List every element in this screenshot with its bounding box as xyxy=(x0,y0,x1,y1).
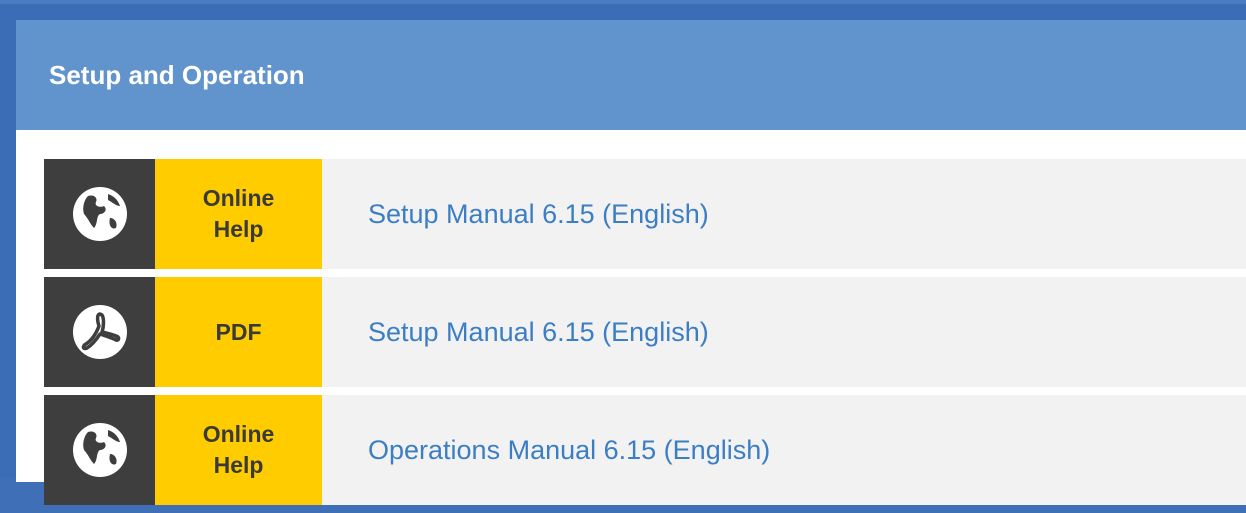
pdf-icon xyxy=(72,305,127,359)
document-link[interactable]: Operations Manual 6.15 (English) xyxy=(322,395,770,505)
document-link[interactable]: Setup Manual 6.15 (English) xyxy=(322,159,709,269)
panel-header: Setup and Operation xyxy=(16,20,1246,130)
panel-title: Setup and Operation xyxy=(49,59,305,90)
document-link[interactable]: Setup Manual 6.15 (English) xyxy=(322,277,709,387)
type-badge: PDF xyxy=(155,277,322,387)
document-row-setup-pdf[interactable]: PDF Setup Manual 6.15 (English) xyxy=(44,277,1246,387)
document-list: Online Help Setup Manual 6.15 (English) … xyxy=(44,159,1246,513)
icon-cell xyxy=(44,277,155,387)
document-row-setup-online-help[interactable]: Online Help Setup Manual 6.15 (English) xyxy=(44,159,1246,269)
type-badge: Online Help xyxy=(155,395,322,505)
page-background: Setup and Operation Online Help Setup Ma… xyxy=(0,0,1246,505)
icon-cell xyxy=(44,395,155,505)
document-row-operations-online-help[interactable]: Online Help Operations Manual 6.15 (Engl… xyxy=(44,395,1246,505)
globe-icon xyxy=(72,187,127,241)
globe-icon xyxy=(72,423,127,477)
type-badge: Online Help xyxy=(155,159,322,269)
icon-cell xyxy=(44,159,155,269)
setup-operation-panel: Setup and Operation Online Help Setup Ma… xyxy=(16,20,1246,505)
